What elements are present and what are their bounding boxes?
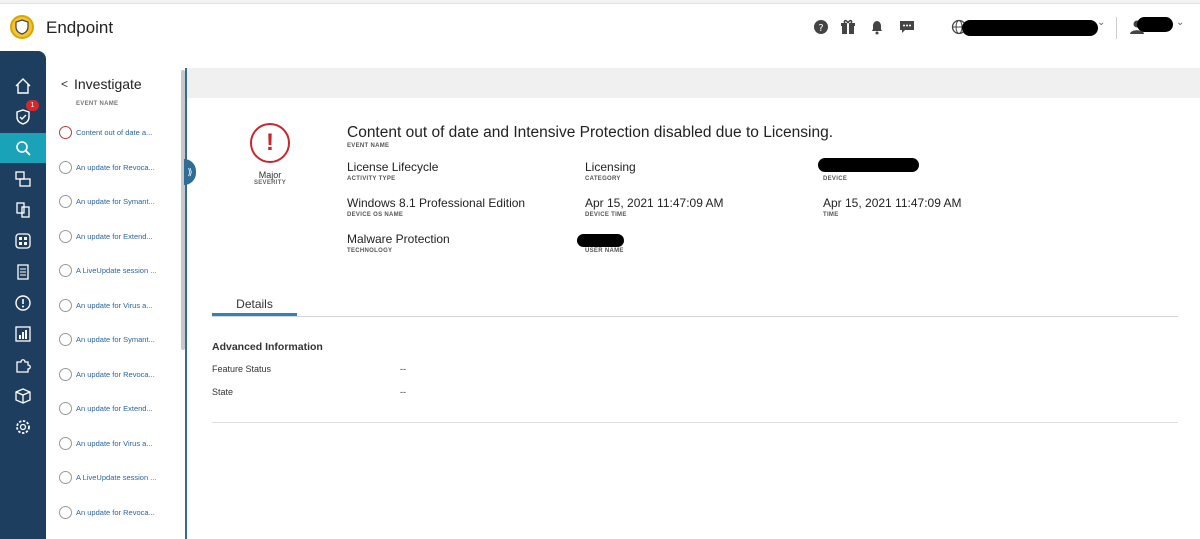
list-item[interactable]: A LiveUpdate session ... [59,470,177,486]
user-name-label: USER NAME [585,248,624,254]
svg-text:?: ? [818,23,823,34]
time-value: Apr 15, 2021 11:47:09 AM [823,196,962,210]
header-divider [1116,17,1117,39]
state-label: State [212,387,234,397]
redacted-user-name [1137,17,1173,32]
list-item[interactable]: An update for Revoca... [59,367,177,383]
activity-type-label: ACTIVITY TYPE [347,176,396,182]
panel-divider [185,68,187,539]
device-os-label: DEVICE OS NAME [347,212,404,218]
logo-icon [10,15,34,39]
nav-policies[interactable] [0,257,46,287]
nav-alerts[interactable] [0,288,46,318]
app-header: Endpoint ? ⌄ ⌄ [0,4,1200,51]
column-header-event-name: EVENT NAME [76,101,119,107]
box-icon [15,388,31,404]
redacted-user-name-value [577,234,624,247]
nav-settings[interactable] [0,412,46,442]
technology-label: TECHNOLOGY [347,248,393,254]
nav-integrations[interactable] [0,350,46,380]
nav-reports[interactable] [0,319,46,349]
tabs-divider [212,316,1178,317]
list-item[interactable]: Content out of date a... [59,125,177,141]
alert-count-badge: 1 [26,100,39,111]
device-time-value: Apr 15, 2021 11:47:09 AM [585,196,724,210]
nav-home[interactable] [0,71,46,101]
status-circle-icon [59,126,72,139]
category-label: CATEGORY [585,176,621,182]
feature-status-label: Feature Status [212,364,272,374]
activity-type-value: License Lifecycle [347,160,439,174]
help-icon[interactable]: ? [813,19,829,35]
back-chevron-icon[interactable]: < [61,77,68,91]
feature-status-value: -- [400,364,406,374]
left-nav-rail: 1 [0,51,46,539]
chat-icon[interactable] [899,19,915,35]
list-item[interactable]: An update for Revoca... [59,160,177,176]
nav-security[interactable]: 1 [0,100,46,132]
bell-icon[interactable] [869,19,885,35]
device-label: DEVICE [823,176,848,182]
device-os-value: Windows 8.1 Professional Edition [347,196,526,210]
collapse-panel-handle[interactable]: ⟫ [184,159,196,185]
home-icon [15,78,31,94]
list-item[interactable]: An update for Extend... [59,401,177,417]
list-item[interactable]: An update for Virus a... [59,436,177,452]
status-circle-icon [59,471,72,484]
list-item[interactable]: An update for Extend... [59,229,177,245]
status-circle-icon [59,506,72,519]
time-label: TIME [823,212,839,218]
redacted-device-name [818,158,919,172]
devices-icon [15,171,31,187]
search-icon [16,141,31,156]
puzzle-icon [16,359,31,373]
severity-value: Major [258,170,282,180]
nav-investigate[interactable] [0,133,46,163]
event-name-value: Content out of date and Intensive Protec… [347,124,834,141]
event-name-label: EVENT NAME [347,143,390,149]
status-circle-icon [59,402,72,415]
status-circle-icon [59,437,72,450]
details-bottom-divider [212,422,1178,423]
chart-icon [15,326,31,342]
status-circle-icon [59,299,72,312]
advanced-information-heading: Advanced Information [212,341,323,353]
status-circle-icon [59,230,72,243]
device-time-label: DEVICE TIME [585,212,627,218]
content-header-band [187,68,1200,98]
status-circle-icon [59,161,72,174]
alert-icon [15,295,31,311]
list-item[interactable]: A LiveUpdate session ... [59,263,177,279]
severity-alert-icon: ! [250,123,290,163]
status-circle-icon [59,195,72,208]
severity-label: SEVERITY [253,180,287,186]
redacted-tenant-name [962,20,1098,36]
status-circle-icon [59,264,72,277]
user-chevron-down-icon[interactable]: ⌄ [1176,17,1184,28]
technology-value: Malware Protection [347,232,450,246]
list-item[interactable]: An update for Symant... [59,332,177,348]
nav-copy[interactable] [0,195,46,225]
nav-apps[interactable] [0,226,46,256]
apps-icon [15,233,31,249]
list-item[interactable]: An update for Symant... [59,194,177,210]
panel-title: Investigate [74,76,142,92]
app-title: Endpoint [46,18,114,37]
status-circle-icon [59,333,72,346]
nav-packages[interactable] [0,381,46,411]
state-value: -- [400,387,406,397]
list-item[interactable]: An update for Revoca... [59,505,177,521]
nav-devices[interactable] [0,164,46,194]
status-circle-icon [59,368,72,381]
category-value: Licensing [585,160,636,174]
copy-icon [16,202,30,218]
list-icon [17,264,29,280]
gift-icon[interactable] [840,19,856,35]
gear-icon [16,420,30,434]
chevron-down-icon[interactable]: ⌄ [1097,17,1105,28]
list-item[interactable]: An update for Virus a... [59,298,177,314]
